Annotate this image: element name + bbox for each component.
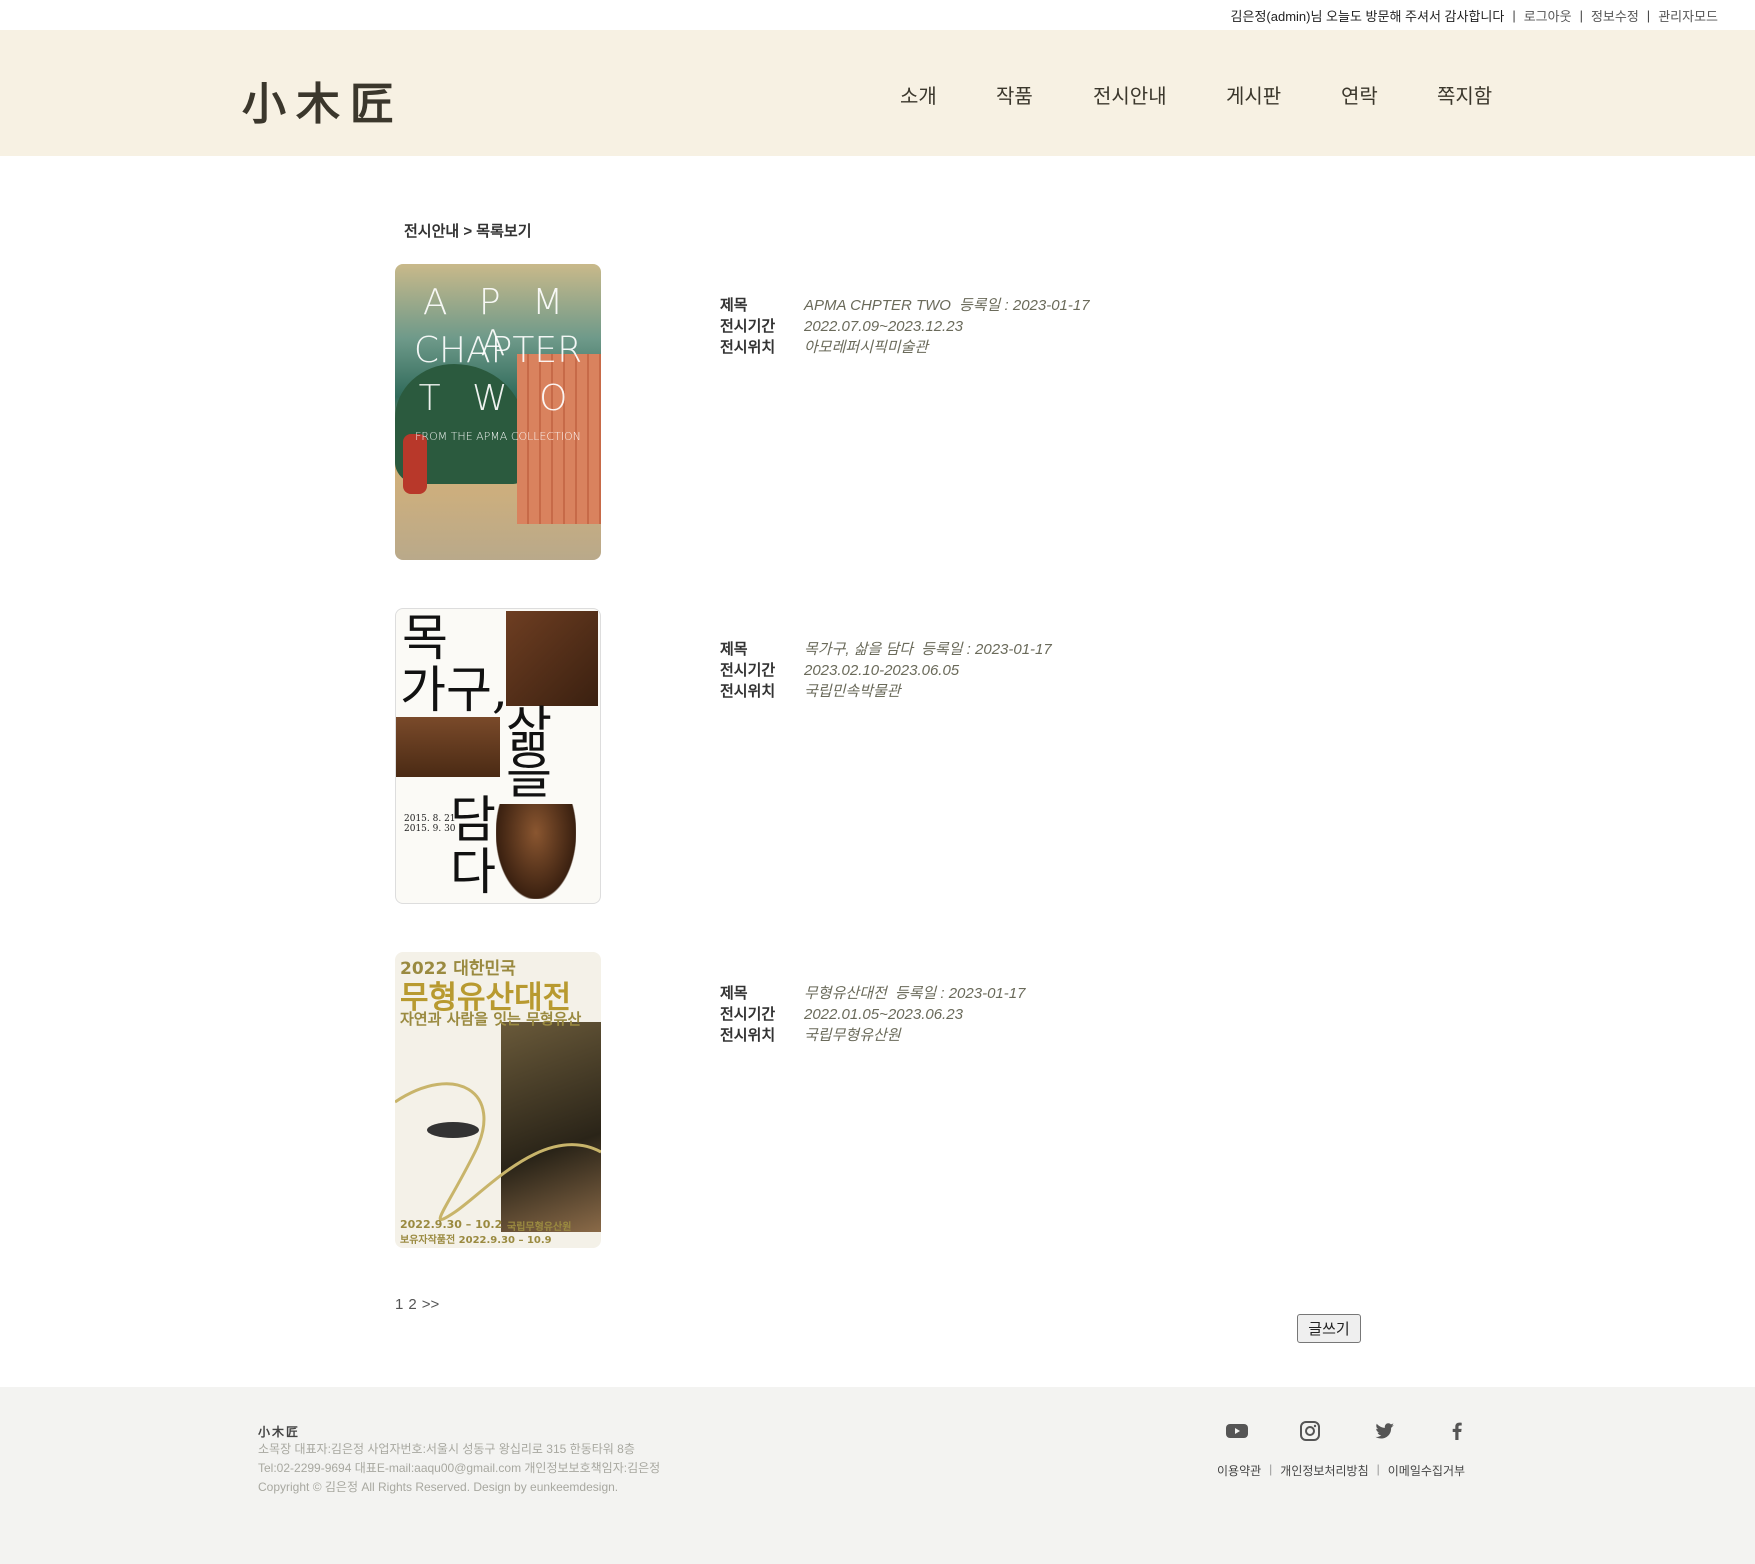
exhibition-location: 국립무형유산원 <box>804 1027 901 1044</box>
page-link-2[interactable]: 2 <box>408 1296 416 1313</box>
exhibition-item[interactable]: A P M A CHAPTER T W O FROM THE APMA COLL… <box>395 264 1295 560</box>
breadcrumb: 전시안내 > 목록보기 <box>404 223 532 240</box>
footer-logo: 小木匠 <box>258 1425 301 1439</box>
instagram-icon[interactable] <box>1298 1419 1322 1443</box>
footer-contact-info: Tel:02-2299-9694 대표E-mail:aaqu00@gmail.c… <box>258 1461 661 1475</box>
email-refusal-link[interactable]: 이메일수집거부 <box>1388 1462 1465 1479</box>
poster-dates: 2015. 8. 21 – 2015. 9. 30 <box>404 814 463 834</box>
footer-links: 이용약관 | 개인정보처리방침 | 이메일수집거부 <box>1217 1462 1465 1479</box>
exhibition-info: 제목 무형유산대전 등록일 : 2023-01-17 전시기간 2022.01.… <box>720 983 1025 1046</box>
exhibition-period: 2022.01.05~2023.06.23 <box>804 1006 963 1023</box>
exhibition-location: 아모레퍼시픽미술관 <box>804 339 929 356</box>
exhibition-info: 제목 APMA CHPTER TWO 등록일 : 2023-01-17 전시기간… <box>720 295 1090 358</box>
edit-info-link[interactable]: 정보수정 <box>1591 6 1639 25</box>
pagination: 1 2 >> <box>395 1296 439 1313</box>
admin-mode-link[interactable]: 관리자모드 <box>1658 6 1718 25</box>
poster-text: 가구, <box>400 661 508 719</box>
registered-date: 등록일 : 2023-01-17 <box>958 297 1090 314</box>
nav-item-contact[interactable]: 연락 <box>1341 80 1378 109</box>
greeting-text: 김은정(admin)님 오늘도 방문해 주셔서 감사합니다 <box>1230 9 1505 24</box>
nav-item-messages[interactable]: 쪽지함 <box>1437 80 1492 109</box>
separator: | <box>1512 8 1516 23</box>
facebook-icon[interactable] <box>1445 1419 1469 1443</box>
separator: | <box>1269 1462 1273 1476</box>
exhibition-item[interactable]: 목 가구, 삶 을 담 다 2015. 8. 21 – 2015. 9. 30 … <box>395 608 1295 904</box>
registered-date: 등록일 : 2023-01-17 <box>894 985 1026 1002</box>
period-label: 전시기간 <box>720 662 776 679</box>
nav-item-about[interactable]: 소개 <box>900 80 937 109</box>
twitter-icon[interactable] <box>1372 1419 1396 1443</box>
location-label: 전시위치 <box>720 339 776 356</box>
footer-copyright: Copyright © 김은정 All Rights Reserved. Des… <box>258 1480 619 1494</box>
footer-company-info: 소목장 대표자:김은정 사업자번호:서울시 성동구 왕십리로 315 한동타워 … <box>258 1442 635 1456</box>
utility-bar: 김은정(admin)님 오늘도 방문해 주셔서 감사합니다 | 로그아웃 | 정… <box>0 0 1755 30</box>
exhibition-poster[interactable]: 목 가구, 삶 을 담 다 2015. 8. 21 – 2015. 9. 30 <box>395 608 601 904</box>
title-label: 제목 <box>720 985 748 1002</box>
separator: | <box>1646 8 1651 23</box>
nav-item-works[interactable]: 작품 <box>996 80 1033 109</box>
exhibition-title[interactable]: 무형유산대전 <box>804 983 887 1004</box>
location-label: 전시위치 <box>720 1027 776 1044</box>
youtube-icon[interactable] <box>1225 1419 1249 1443</box>
exhibition-poster[interactable]: 2022 대한민국 무형유산대전 자연과 사람을 잇는 무형유산 2022.9.… <box>395 952 601 1248</box>
nav-item-board[interactable]: 게시판 <box>1226 80 1281 109</box>
title-label: 제목 <box>720 641 748 658</box>
location-label: 전시위치 <box>720 683 776 700</box>
nav-item-exhibitions[interactable]: 전시안내 <box>1093 80 1167 109</box>
site-header: 小木匠 소개 작품 전시안내 게시판 연락 쪽지함 <box>0 30 1755 156</box>
poster-text: 다 <box>450 843 496 901</box>
title-label: 제목 <box>720 297 748 314</box>
page-link-1[interactable]: 1 <box>395 1296 403 1313</box>
privacy-policy-link[interactable]: 개인정보처리방침 <box>1280 1462 1368 1479</box>
exhibition-period: 2022.07.09~2023.12.23 <box>804 318 963 335</box>
exhibition-title[interactable]: 목가구, 삶을 담다 <box>804 639 913 660</box>
period-label: 전시기간 <box>720 1006 776 1023</box>
site-footer: 小木匠 소목장 대표자:김은정 사업자번호:서울시 성동구 왕십리로 315 한… <box>0 1387 1755 1564</box>
poster-text: 보유자작품전 2022.9.30 – 10.9 <box>400 1235 552 1246</box>
registered-date: 등록일 : 2023-01-17 <box>921 641 1052 658</box>
separator: | <box>1376 1462 1380 1476</box>
poster-text: 목 <box>402 609 448 667</box>
separator: | <box>1579 8 1583 23</box>
poster-text: T W O <box>418 378 578 419</box>
exhibition-poster[interactable]: A P M A CHAPTER T W O FROM THE APMA COLL… <box>395 264 601 560</box>
period-label: 전시기간 <box>720 318 776 335</box>
logout-link[interactable]: 로그아웃 <box>1524 6 1572 25</box>
poster-text: 2022.9.30 – 10.2 <box>400 1218 503 1231</box>
poster-text: CHAPTER <box>413 330 583 371</box>
write-button[interactable]: 글쓰기 <box>1297 1314 1361 1343</box>
terms-link[interactable]: 이용약관 <box>1217 1462 1261 1479</box>
poster-text: 자연과 사람을 잇는 무형유산 <box>400 1010 582 1028</box>
exhibition-item[interactable]: 2022 대한민국 무형유산대전 자연과 사람을 잇는 무형유산 2022.9.… <box>395 952 1295 1248</box>
exhibition-period: 2023.02.10-2023.06.05 <box>804 662 960 679</box>
exhibition-title[interactable]: APMA CHPTER TWO <box>804 295 951 316</box>
next-page-link[interactable]: >> <box>422 1296 440 1313</box>
poster-text: FROM THE APMA COLLECTION <box>415 430 581 443</box>
poster-text: 을 <box>506 747 552 805</box>
exhibition-location: 국립민속박물관 <box>804 683 901 700</box>
exhibition-info: 제목 목가구, 삶을 담다 등록일 : 2023-01-17 전시기간 2023… <box>720 639 1052 702</box>
site-logo[interactable]: 小木匠 <box>242 68 404 132</box>
